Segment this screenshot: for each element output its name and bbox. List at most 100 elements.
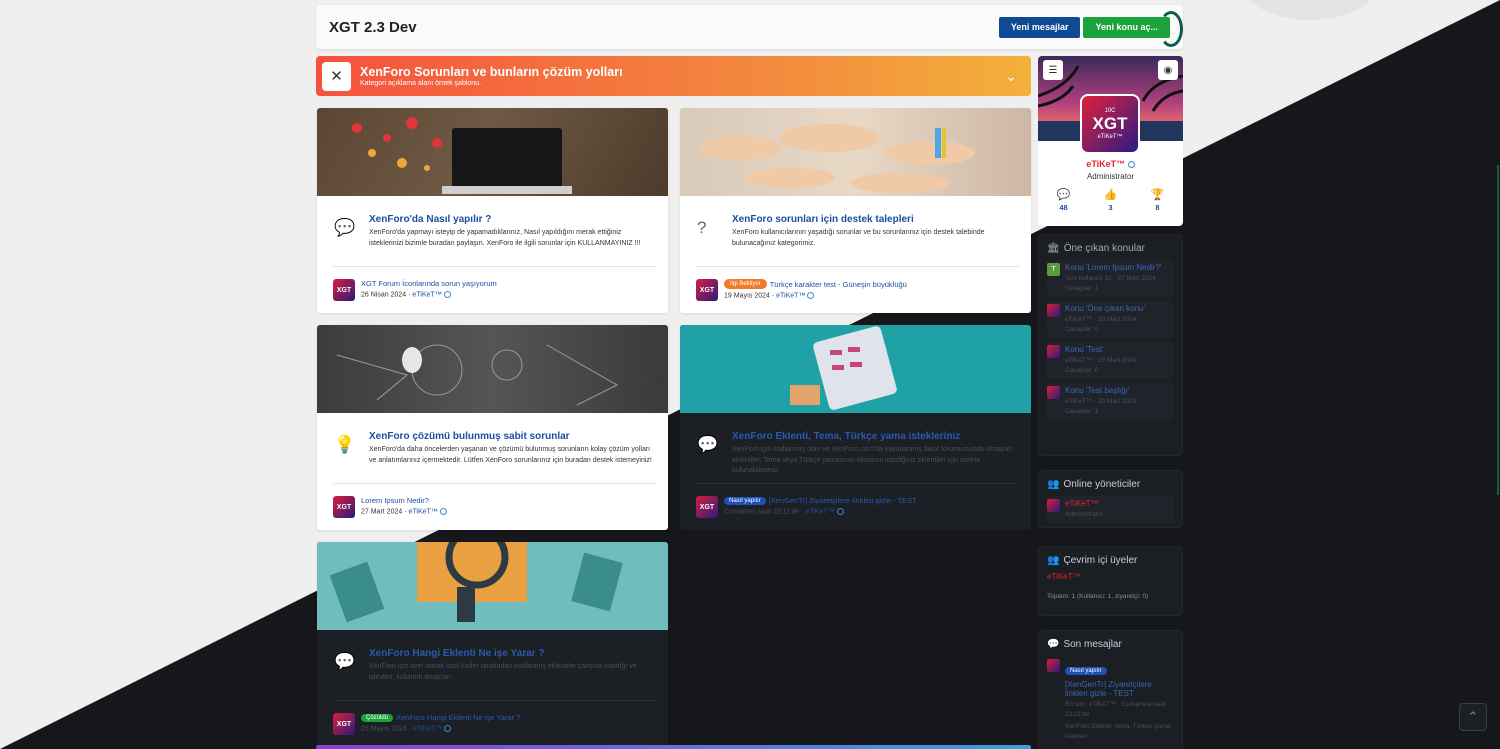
avatar[interactable]: [1047, 386, 1060, 399]
forum-image[interactable]: [317, 108, 668, 196]
documents-illustration: [329, 542, 623, 623]
widget-heading: 👥 Online yöneticiler: [1047, 479, 1141, 490]
avatar[interactable]: XGT: [696, 279, 718, 301]
scroll-to-top-button[interactable]: ⌃: [1459, 703, 1487, 731]
tools-icon: ✕: [322, 61, 351, 91]
chevron-up-icon: ⌃: [1467, 709, 1479, 724]
page-title: XGT 2.3 Dev: [329, 18, 417, 36]
last-post-date: Cumartesi saat 22:11'de: [724, 508, 800, 516]
forum-card: 💬 XenForo Hangi Eklenti Ne işe Yarar ? X…: [317, 542, 668, 747]
stat-trophies[interactable]: 🏆 8: [1136, 188, 1179, 212]
forum-card: 💡 XenForo çözümü bulunmuş sabit sorunlar…: [317, 325, 668, 530]
sidebar: ☰ ◉ 10C XGT eTiKeT™ eTiKeT™ Administrato…: [1038, 56, 1183, 749]
avatar[interactable]: XGT: [696, 496, 718, 518]
verified-icon: [439, 508, 447, 515]
last-post-title[interactable]: [XenGenTr] Ziyaretçilere linkleri gizle …: [769, 496, 917, 505]
verified-icon: [1127, 161, 1135, 169]
last-post-date: 26 Mayıs 2024: [361, 725, 407, 733]
last-post-user[interactable]: eTiKeT™: [408, 508, 437, 515]
new-thread-button[interactable]: Yeni konu aç...: [1083, 16, 1170, 38]
category-title[interactable]: XenForo Sorunları ve bunların çözüm yoll…: [360, 65, 623, 79]
last-post-title[interactable]: Lorem Ipsum Nedir?: [361, 496, 429, 505]
camera-icon[interactable]: ◉: [1158, 60, 1178, 80]
page-container: XGT 2.3 Dev Yeni mesajlar Yeni konu aç..…: [316, 0, 1184, 749]
avatar[interactable]: [1047, 304, 1060, 317]
forum-title[interactable]: XenForo'da Nasıl yapılır ?: [369, 214, 656, 225]
list-item[interactable]: Nasıl yapılır [XenGenTr] Ziyaretçilere l…: [1047, 656, 1174, 745]
profile-avatar[interactable]: 10C XGT eTiKeT™: [1080, 94, 1140, 154]
list-item[interactable]: Konu 'Test' eTiKeT™ · 19 Mart 2024 · Cevap…: [1047, 342, 1174, 379]
thread-prefix-badge[interactable]: Çözüldü: [361, 713, 394, 722]
last-post-date: 19 Mayıs 2024: [724, 292, 770, 300]
list-item[interactable]: Konu 'Öne çıkan konu' eTiKeT™ · 20 Mart 2…: [1047, 301, 1174, 338]
thread-prefix-badge[interactable]: Nasıl yapılır: [724, 496, 766, 505]
profile-widget: ☰ ◉ 10C XGT eTiKeT™ eTiKeT™ Administrato…: [1038, 56, 1183, 226]
list-icon[interactable]: ☰: [1043, 60, 1063, 80]
forum-last-post: XGT XGT Forum İconlarında sorun yaşıyoru…: [333, 266, 656, 301]
forum-card: 💬 XenForo'da Nasıl yapılır ? XenForo'da …: [317, 108, 668, 313]
thread-prefix-badge[interactable]: Nasıl yapılır: [1065, 667, 1107, 675]
lightbulb-icon: 💡: [334, 435, 356, 454]
list-item[interactable]: Konu 'Test başlığı' eTiKeT™ · 20 Mart 202…: [1047, 383, 1174, 420]
forum-card: ? XenForo sorunları için destek talepler…: [680, 108, 1031, 313]
background-decoration: [1240, 0, 1380, 20]
widget-heading: 👥 Çevrim içi üyeler: [1047, 555, 1138, 566]
forum-title[interactable]: XenForo çözümü bulunmuş sabit sorunlar: [369, 431, 656, 442]
comments-icon: 💬: [334, 218, 356, 237]
forum-image[interactable]: [317, 542, 668, 630]
avatar[interactable]: [1047, 659, 1060, 672]
comments-icon: 💬: [697, 435, 719, 454]
last-post-title[interactable]: XenForo Hangi Eklenti Ne işe Yarar ?: [396, 713, 520, 722]
last-post-title[interactable]: Türkçe karakter test - Güneşin büyüklüğü: [770, 280, 907, 289]
hands-illustration: [700, 124, 975, 193]
widget-heading: 🏛 Öne çıkan konular: [1047, 243, 1145, 254]
avatar[interactable]: XGT: [333, 279, 355, 301]
online-member-name[interactable]: eTiKeT™: [1047, 572, 1174, 581]
list-item[interactable]: eTiKeT™ Administrator: [1047, 496, 1174, 523]
avatar[interactable]: T: [1047, 263, 1060, 276]
avatar[interactable]: XGT: [333, 496, 355, 518]
avatar[interactable]: [1047, 345, 1060, 358]
last-post-title[interactable]: XGT Forum İconlarında sorun yaşıyorum: [361, 279, 497, 288]
last-post-user[interactable]: eTiKeT™: [413, 725, 442, 732]
last-post-date: 27 Mart 2024: [361, 508, 403, 516]
forum-image[interactable]: [317, 325, 668, 413]
forum-title[interactable]: XenForo Hangi Eklenti Ne işe Yarar ?: [369, 648, 656, 659]
profile-stats: 💬 48 👍 3 🏆 8: [1042, 188, 1179, 212]
avatar[interactable]: XGT: [333, 713, 355, 735]
forum-last-post: XGT Nasıl yapılır [XenGenTr] Ziyaretçiler…: [696, 483, 1019, 518]
list-item[interactable]: T Konu 'Lorem Ipsum Nedir?' Test kullanıc…: [1047, 260, 1174, 297]
profile-role: Administrator: [1086, 172, 1135, 181]
laptop-illustration: [352, 117, 572, 194]
verified-icon: [836, 508, 844, 515]
category-header[interactable]: ✕ XenForo Sorunları ve bunların çözüm yo…: [316, 56, 1031, 96]
last-post-user[interactable]: eTiKeT™: [776, 292, 805, 299]
next-category-header[interactable]: [316, 745, 1031, 749]
online-staff-widget: 👥 Online yöneticiler eTiKeT™ Administrator: [1038, 470, 1183, 528]
thread-prefix-badge[interactable]: İlgi Bekliyor: [724, 279, 767, 289]
header-ring-decoration: [1159, 11, 1183, 47]
chevron-down-icon[interactable]: ⌄: [1005, 68, 1017, 85]
widget-heading: 💬 Son mesajlar: [1047, 639, 1122, 650]
question-icon: ?: [697, 218, 707, 237]
forum-description: XenForo'da daha öncelerden yaşanan ve çö…: [369, 446, 652, 464]
forum-image[interactable]: [680, 325, 1031, 413]
avatar[interactable]: [1047, 499, 1060, 512]
forum-card: 💬 XenForo Eklenti, Tema, Türkçe yama ist…: [680, 325, 1031, 530]
forum-title[interactable]: XenForo Eklenti, Tema, Türkçe yama istek…: [732, 431, 1019, 442]
users-icon: 👥: [1047, 555, 1060, 566]
page-edge-accent: [1497, 165, 1499, 495]
forum-title[interactable]: XenForo sorunları için destek talepleri: [732, 214, 1019, 225]
stat-messages[interactable]: 💬 48: [1042, 188, 1085, 212]
thumbs-up-icon: 👍: [1103, 189, 1118, 201]
stat-reactions[interactable]: 👍 3: [1089, 188, 1132, 212]
online-total: Toplam: 1 (Kullanıcı: 1, ziyaretçi: 0): [1047, 593, 1149, 600]
profile-name[interactable]: eTiKeT™: [1038, 159, 1183, 169]
last-post-user[interactable]: eTiKeT™: [805, 508, 834, 515]
forum-image[interactable]: [680, 108, 1031, 196]
bank-icon: 🏛: [1047, 243, 1060, 254]
forum-last-post: XGT İlgi Bekliyor Türkçe karakter test - …: [696, 266, 1019, 301]
new-messages-button[interactable]: Yeni mesajlar: [998, 16, 1081, 38]
last-post-user[interactable]: eTiKeT™: [412, 291, 441, 298]
comments-icon: 💬: [1047, 639, 1060, 650]
